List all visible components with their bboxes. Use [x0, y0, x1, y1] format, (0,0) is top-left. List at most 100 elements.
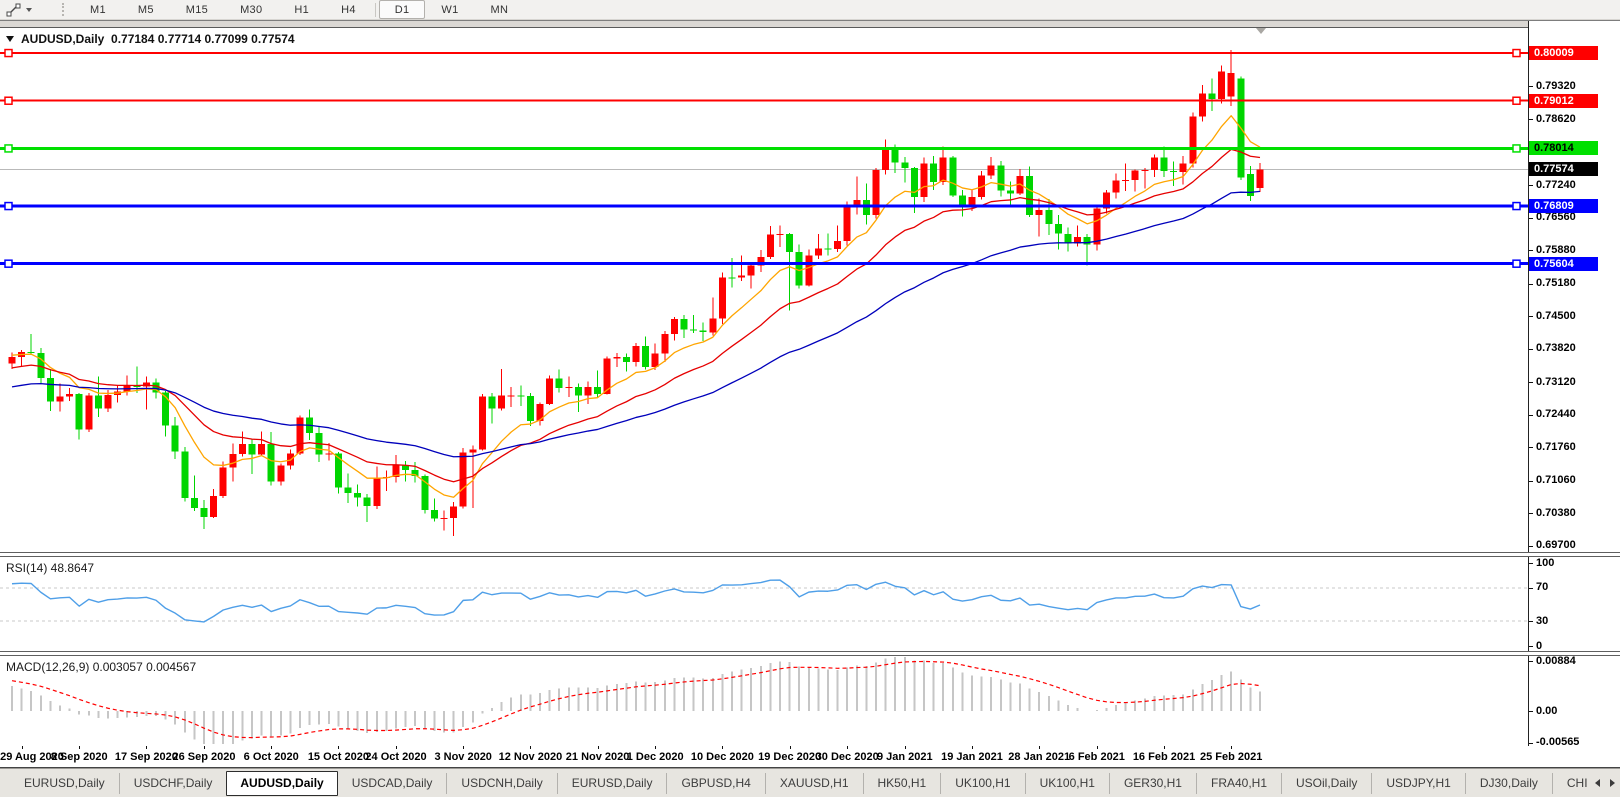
date-tick	[271, 746, 272, 749]
date-label: 6 Feb 2021	[1069, 751, 1125, 763]
axis-tick	[1529, 481, 1533, 482]
axis-tick	[1529, 646, 1533, 647]
timeframe-button-mn[interactable]: MN	[475, 1, 525, 18]
price-tick-label: 0.76560	[1536, 211, 1576, 223]
axis-tick	[1529, 711, 1533, 712]
axis-tick	[1529, 621, 1533, 622]
chart-tab-dj30-daily[interactable]: DJ30,Daily	[1465, 773, 1552, 794]
line-studies-icon[interactable]	[2, 1, 36, 19]
date-tick	[905, 746, 906, 749]
chart-tab-audusd-daily[interactable]: AUDUSD,Daily	[226, 771, 337, 796]
toolbar-grip[interactable]	[62, 3, 66, 16]
rsi-tick-label: 70	[1536, 581, 1548, 593]
moving-average-9	[12, 116, 1260, 498]
price-tick-label: 0.79320	[1536, 80, 1576, 92]
chart-scrollbar[interactable]	[0, 21, 1528, 28]
date-tick	[972, 746, 973, 749]
chart-tab-gbpusd-h4[interactable]: GBPUSD,H4	[666, 773, 764, 794]
axis-tick	[1529, 563, 1533, 564]
date-label: 1 Dec 2020	[627, 751, 684, 763]
tabs-scroll-right-icon[interactable]	[1605, 775, 1620, 791]
price-tick-label: 0.69700	[1536, 539, 1576, 551]
timeframe-button-m5[interactable]: M5	[122, 1, 170, 18]
line-handle[interactable]	[5, 145, 12, 152]
chart-tab-fra40-h1[interactable]: FRA40,H1	[1196, 773, 1281, 794]
macd-indicator-panel[interactable]	[0, 656, 1528, 745]
chart-tab-uk100-h1[interactable]: UK100,H1	[940, 773, 1024, 794]
toolbar-divider	[375, 3, 376, 17]
timeframe-button-m15[interactable]: M15	[170, 1, 224, 18]
price-chart-panel[interactable]	[0, 28, 1528, 552]
date-tick	[146, 746, 147, 749]
date-tick	[530, 746, 531, 749]
timeframe-button-w1[interactable]: W1	[425, 1, 474, 18]
axis-tick	[1529, 86, 1533, 87]
axis-tick	[1529, 447, 1533, 448]
price-tick-label: 0.73120	[1536, 376, 1576, 388]
date-label: 30 Dec 2020	[816, 751, 879, 763]
line-handle[interactable]	[1513, 97, 1520, 104]
date-label: 21 Nov 2020	[566, 751, 630, 763]
chart-tab-bar: EURUSD,DailyUSDCHF,DailyAUDUSD,DailyUSDC…	[0, 768, 1620, 797]
line-handle[interactable]	[1513, 145, 1520, 152]
chart-tab-eurusd-daily[interactable]: EURUSD,Daily	[557, 773, 667, 794]
date-label: 10 Dec 2020	[691, 751, 754, 763]
date-tick	[79, 746, 80, 749]
chart-tab-usdcnh-daily[interactable]: USDCNH,Daily	[446, 773, 556, 794]
date-label: 26 Sep 2020	[173, 751, 236, 763]
axis-tick	[1529, 185, 1533, 186]
chart-tab-usdcad-daily[interactable]: USDCAD,Daily	[338, 773, 447, 794]
axis-tick	[1529, 250, 1533, 251]
line-handle[interactable]	[1513, 50, 1520, 57]
price-tick-label: 0.77240	[1536, 179, 1576, 191]
rsi-indicator-panel[interactable]	[0, 557, 1528, 651]
moving-average-20	[12, 149, 1260, 481]
date-label: 15 Oct 2020	[308, 751, 369, 763]
date-label: 6 Oct 2020	[244, 751, 299, 763]
chart-tab-hk50-h1[interactable]: HK50,H1	[863, 773, 941, 794]
line-handle[interactable]	[5, 203, 12, 210]
timeframe-button-d1[interactable]: D1	[379, 0, 426, 19]
date-tick	[655, 746, 656, 749]
chart-tab-ger30-h1[interactable]: GER30,H1	[1109, 773, 1196, 794]
macd-tick-label: 0.00	[1536, 705, 1557, 717]
line-handle[interactable]	[5, 97, 12, 104]
timeframe-button-h1[interactable]: H1	[278, 1, 325, 18]
mt4-terminal: M1M5M15M30H1H4D1W1MN AUDUSD,Daily 0.7718…	[0, 0, 1620, 797]
line-handle[interactable]	[1513, 203, 1520, 210]
line-handle[interactable]	[1513, 260, 1520, 267]
tabs-scroll-left-icon[interactable]	[1590, 775, 1605, 791]
chart-tab-uk100-h1[interactable]: UK100,H1	[1025, 773, 1109, 794]
candlestick-series	[9, 50, 1264, 536]
price-tick-label: 0.74500	[1536, 310, 1576, 322]
date-tick	[1039, 746, 1040, 749]
date-label: 9 Jan 2021	[877, 751, 933, 763]
timeframe-toolbar: M1M5M15M30H1H4 D1W1MN	[0, 0, 1620, 20]
dropdown-caret-icon	[26, 8, 32, 12]
chart-tab-usdchf-daily[interactable]: USDCHF,Daily	[119, 773, 227, 794]
timeframe-button-m1[interactable]: M1	[74, 1, 122, 18]
price-axis-scale[interactable]: 0.793200.786200.779400.772400.765600.758…	[1529, 21, 1620, 746]
line-handle[interactable]	[5, 50, 12, 57]
timeframe-button-h4[interactable]: H4	[325, 1, 372, 18]
chart-tab-eurusd-daily[interactable]: EURUSD,Daily	[10, 773, 119, 794]
chart-tab-china300-h1[interactable]: CHINA300,H1	[1552, 773, 1588, 794]
date-tick	[22, 746, 23, 749]
macd-tick-label: 0.00884	[1536, 655, 1576, 667]
price-tick-label: 0.75880	[1536, 244, 1576, 256]
line-handle[interactable]	[5, 260, 12, 267]
date-label: 17 Sep 2020	[115, 751, 178, 763]
timeframe-button-m30[interactable]: M30	[224, 1, 278, 18]
chart-tab-usoil-daily[interactable]: USOil,Daily	[1281, 773, 1371, 794]
date-tick	[204, 746, 205, 749]
date-tick	[790, 746, 791, 749]
rsi-tick-label: 0	[1536, 640, 1542, 652]
chart-tab-usdjpy-h1[interactable]: USDJPY,H1	[1371, 773, 1464, 794]
date-label: 19 Dec 2020	[758, 751, 821, 763]
date-axis[interactable]: 29 Aug 20208 Sep 202017 Sep 202026 Sep 2…	[0, 746, 1620, 768]
chart-tab-xauusd-h1[interactable]: XAUUSD,H1	[765, 773, 863, 794]
date-label: 19 Jan 2021	[941, 751, 1003, 763]
moving-average-45	[12, 191, 1260, 456]
date-label: 24 Oct 2020	[365, 751, 426, 763]
axis-tick	[1529, 588, 1533, 589]
